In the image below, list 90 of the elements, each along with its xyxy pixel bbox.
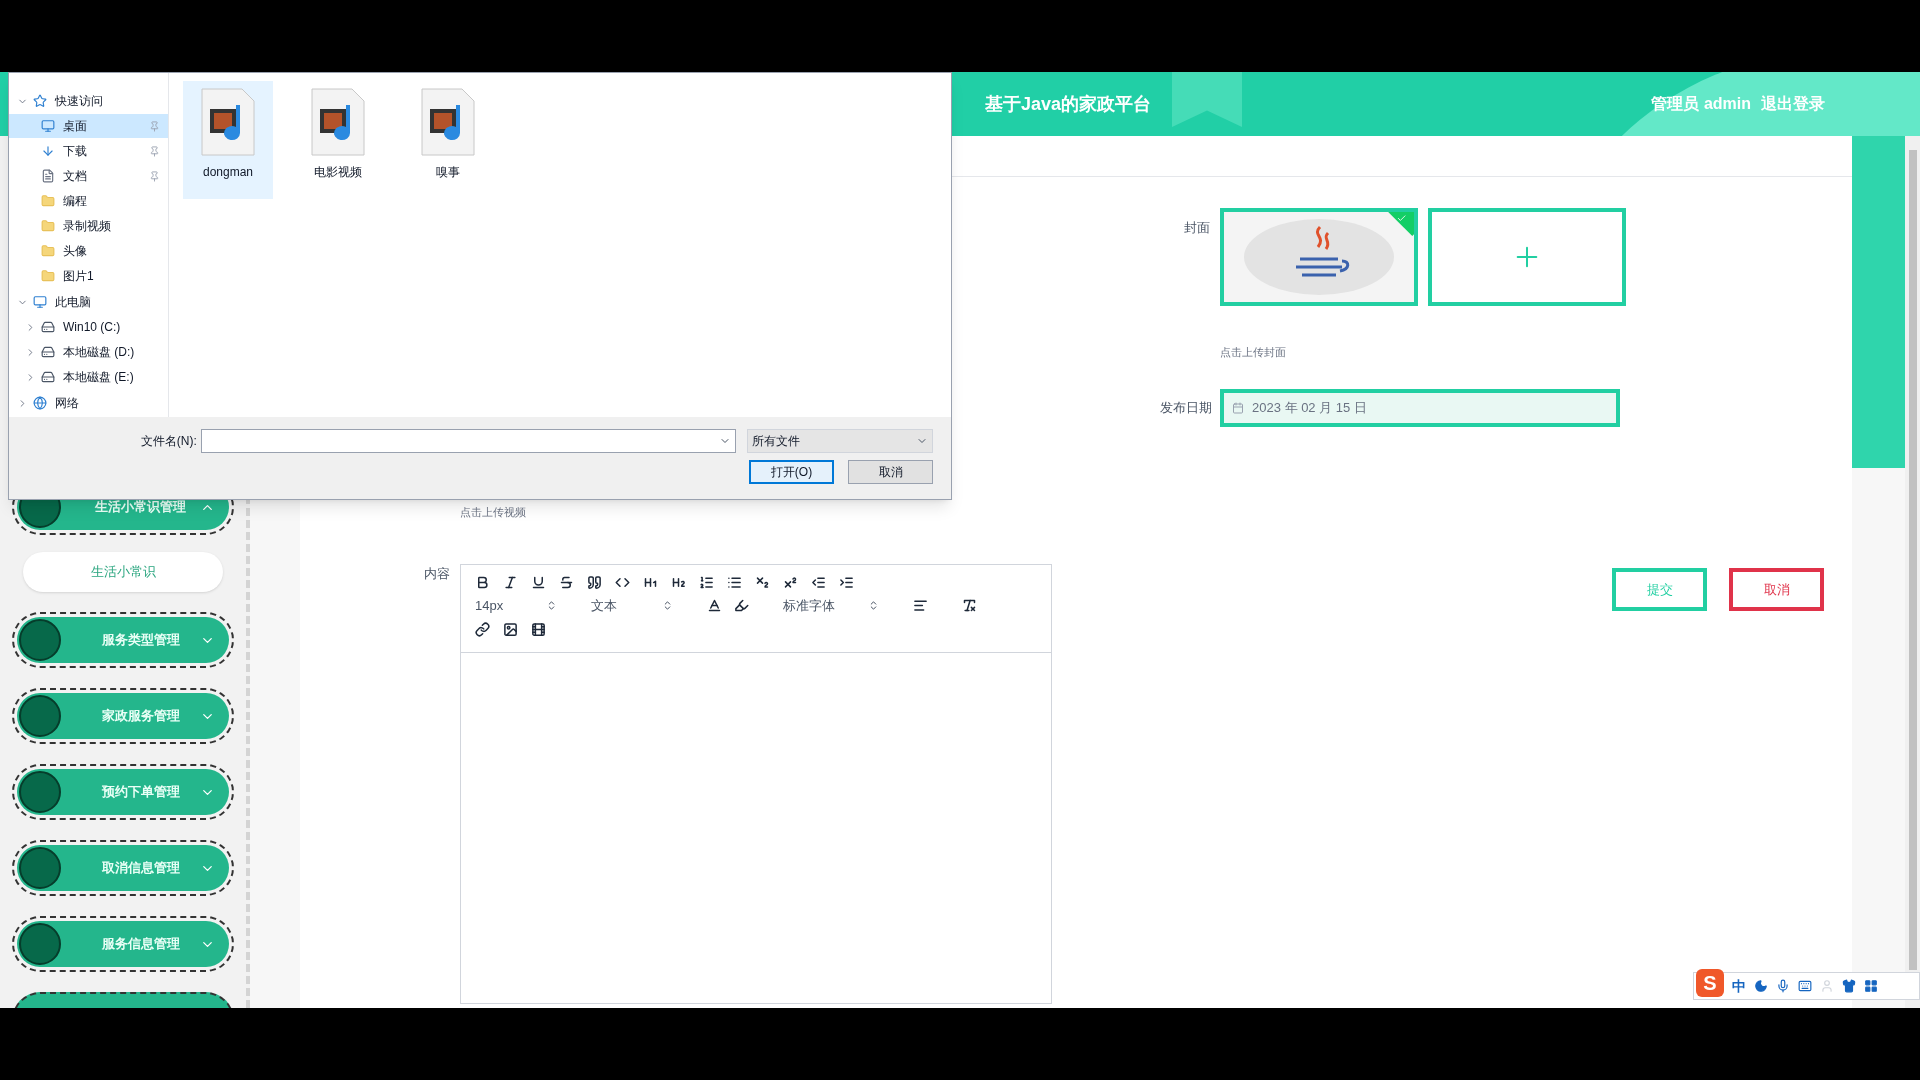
dialog-button[interactable]: 取消 [848, 460, 933, 484]
pc-icon [33, 295, 47, 309]
drive-icon [41, 345, 55, 359]
folder-icon [41, 269, 55, 283]
menu-item-knob [19, 695, 61, 737]
download-icon [41, 144, 55, 158]
file-item[interactable]: 电影视频 [293, 81, 383, 199]
upload-tile[interactable] [1428, 208, 1626, 306]
filetype-select[interactable]: 所有文件 [747, 429, 933, 453]
filename-label: 文件名(N): [139, 433, 198, 450]
font-color-icon[interactable] [707, 598, 722, 614]
code-icon[interactable] [615, 575, 630, 590]
link-icon[interactable] [475, 621, 490, 637]
menu-item-knob [19, 619, 61, 661]
nav-item[interactable]: 网络 [9, 391, 168, 415]
file-item[interactable]: dongman [183, 81, 273, 199]
menu-item-knob [19, 847, 61, 889]
image-icon[interactable] [503, 621, 518, 637]
underline-icon[interactable] [531, 575, 546, 590]
folder-icon [41, 194, 55, 208]
site-title: 基于Java的家政平台 [985, 92, 1152, 116]
subscript-icon[interactable] [755, 575, 770, 590]
field-label: 内容 [423, 565, 451, 583]
filename-field[interactable] [200, 429, 737, 453]
star-icon [33, 94, 47, 108]
nav-item[interactable]: 快速访问 [9, 89, 168, 113]
user-label: 管理员 admin [1651, 94, 1751, 114]
microphone-icon[interactable] [1776, 979, 1790, 993]
heading-two-icon[interactable] [671, 575, 686, 590]
menu-item-knob [19, 771, 61, 813]
nav-item[interactable]: 本地磁盘 (D:) [9, 340, 168, 364]
nav-item[interactable]: Win10 (C:) [9, 315, 168, 339]
upload-hint: 点击上传封面 [1220, 345, 1287, 360]
moon-icon[interactable] [1754, 979, 1768, 993]
folder-icon [41, 244, 55, 258]
align-icon[interactable] [913, 598, 928, 614]
nav-item[interactable]: 图片1 [9, 264, 168, 288]
video-file-icon [200, 87, 256, 157]
toolbar-select[interactable]: 标准字体 [783, 596, 879, 616]
nav-item[interactable]: 头像 [9, 239, 168, 263]
highlight-icon[interactable] [734, 598, 749, 614]
upload-hint: 点击上传视频 [460, 504, 527, 520]
bold-icon[interactable] [475, 575, 490, 590]
scrollbar[interactable] [1905, 136, 1920, 1008]
film-icon[interactable] [531, 621, 546, 637]
menu-item-knob [19, 923, 61, 965]
file-item[interactable]: 嗅事 [403, 81, 493, 199]
keyboard-icon[interactable] [1798, 979, 1812, 993]
ribbon-decoration [1172, 72, 1242, 127]
dialog-button[interactable]: 打开(O) [749, 460, 834, 484]
strikethrough-icon[interactable] [559, 575, 574, 590]
nav-item[interactable]: 此电脑 [9, 290, 168, 314]
nav-item[interactable]: 文档 [9, 164, 168, 188]
outdent-icon[interactable] [811, 575, 826, 590]
desktop-icon [41, 119, 55, 133]
calendar-icon [1232, 401, 1244, 414]
nav-item[interactable]: 录制视频 [9, 214, 168, 238]
check-icon [1396, 213, 1407, 224]
video-file-icon [310, 87, 366, 157]
superscript-icon[interactable] [783, 575, 798, 590]
quote-icon[interactable] [587, 575, 602, 590]
nav-item[interactable]: 下载 [9, 139, 168, 163]
nav-item[interactable]: 本地磁盘 (E:) [9, 365, 168, 389]
cancel-button[interactable]: 取消 [1729, 568, 1824, 611]
ordered-list-icon[interactable] [699, 575, 714, 590]
video-file-icon [420, 87, 476, 157]
clear-format-icon[interactable] [962, 598, 977, 614]
network-icon [33, 396, 47, 410]
folder-icon [41, 219, 55, 233]
updown-icon [868, 600, 879, 612]
cover-image[interactable] [1220, 208, 1418, 306]
field-label: 封面 [1183, 219, 1211, 237]
updown-icon [662, 600, 673, 612]
heading-one-icon[interactable] [643, 575, 658, 590]
italic-icon[interactable] [503, 575, 518, 590]
document-icon [41, 169, 55, 183]
date-field[interactable]: 2023 年 02 月 15 日 [1220, 388, 1620, 427]
shirt-icon[interactable] [1842, 979, 1856, 993]
field-label: 发布日期 [1160, 398, 1213, 417]
nav-item[interactable]: 桌面 [9, 114, 168, 138]
toolbar-select[interactable]: 文本 [591, 596, 673, 616]
nav-item[interactable]: 编程 [9, 189, 168, 213]
drive-icon [41, 370, 55, 384]
os-drive-icon [41, 320, 55, 334]
grid-icon[interactable] [1864, 979, 1878, 993]
updown-icon [546, 600, 557, 612]
indent-icon[interactable] [839, 575, 854, 590]
toolbar-select[interactable]: 14px [475, 596, 557, 616]
ime-mode[interactable]: 中 [1732, 975, 1746, 997]
bullet-list-icon[interactable] [727, 575, 742, 590]
